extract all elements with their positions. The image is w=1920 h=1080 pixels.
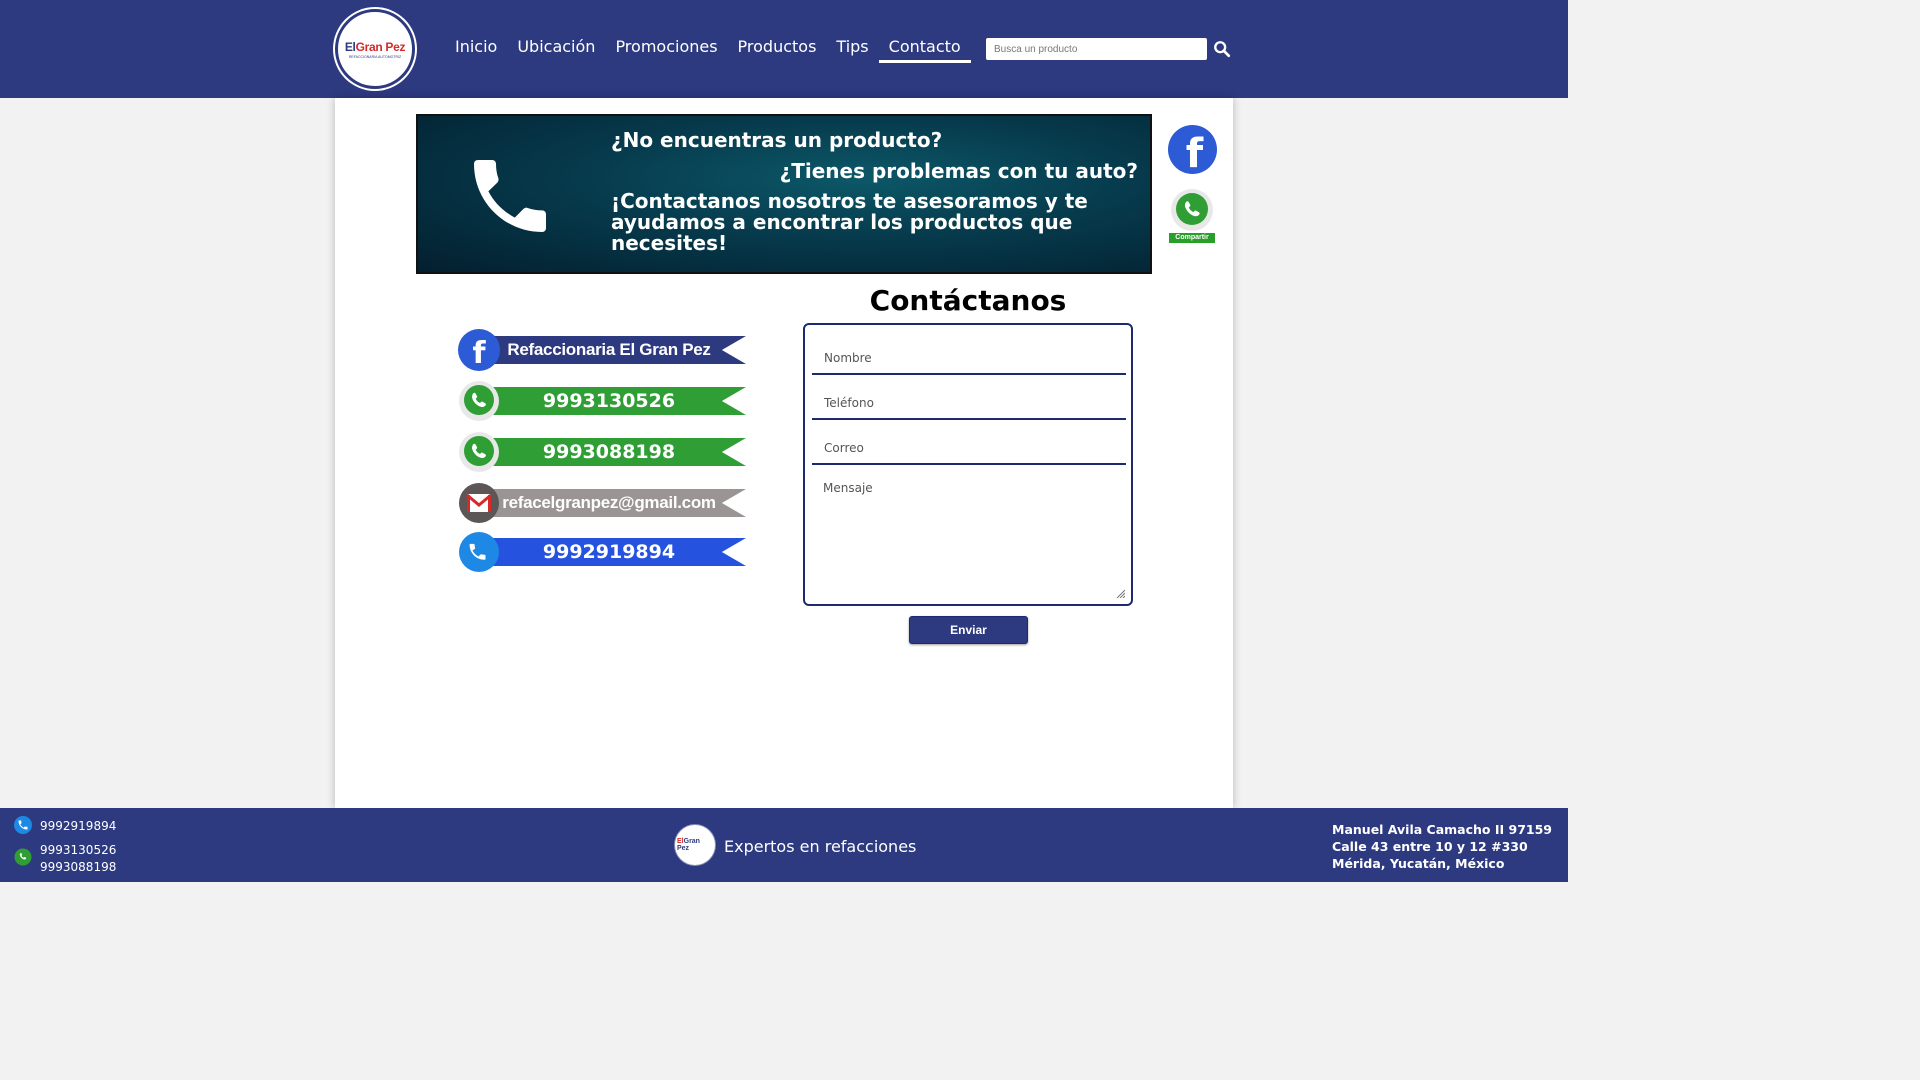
- phone-icon: [459, 532, 499, 572]
- whatsapp-icon: [14, 848, 32, 866]
- message-field[interactable]: [812, 471, 1126, 599]
- nav-contacto[interactable]: Contacto: [878, 37, 971, 63]
- footer-whatsapp-1[interactable]: 9993130526: [40, 843, 116, 857]
- resize-handle-icon[interactable]: [1115, 588, 1125, 598]
- contact-facebook[interactable]: f Refaccionaria El Gran Pez: [458, 329, 748, 371]
- brand-logo[interactable]: ElGran Pez REFACCIONARIA AUTOMOTRIZ: [335, 9, 415, 89]
- nav-promociones[interactable]: Promociones: [605, 37, 727, 63]
- whatsapp-icon: [459, 432, 499, 472]
- search-icon[interactable]: [1213, 40, 1231, 58]
- nav-ubicacion[interactable]: Ubicación: [507, 37, 605, 63]
- contact-banner: ¿No encuentras un producto? ¿Tienes prob…: [416, 114, 1152, 274]
- banner-line-3: ¡Contactanos nosotros te asesoramos y te…: [611, 189, 1088, 255]
- nav-inicio[interactable]: Inicio: [445, 37, 507, 63]
- nav-productos[interactable]: Productos: [728, 37, 827, 63]
- contact-label: 9993130526: [542, 390, 676, 412]
- footer-address: Manuel Avila Camacho II 97159 Calle 43 e…: [1332, 821, 1552, 872]
- logo-text: ElGran Pez: [344, 39, 406, 54]
- facebook-float-button[interactable]: f: [1168, 125, 1217, 174]
- contact-label: 9992919894: [542, 541, 676, 563]
- phone-icon: [474, 160, 546, 232]
- contact-label: refacelgranpez@gmail.com: [502, 493, 716, 512]
- nav-tips[interactable]: Tips: [826, 37, 878, 63]
- footer-whatsapp-2[interactable]: 9993088198: [40, 860, 116, 874]
- whatsapp-icon: [459, 381, 499, 421]
- phone-field[interactable]: [812, 376, 1126, 420]
- main-nav: Inicio Ubicación Promociones Productos T…: [445, 37, 971, 63]
- footer-slogan: Expertos en refacciones: [724, 837, 917, 856]
- address-line-1: Manuel Avila Camacho II 97159: [1332, 822, 1552, 837]
- site-header: ElGran Pez REFACCIONARIA AUTOMOTRIZ Inic…: [0, 0, 1568, 98]
- contact-label: Refaccionaria El Gran Pez: [507, 340, 711, 359]
- contact-whatsapp-1[interactable]: 9993130526: [458, 380, 748, 422]
- phone-icon: [14, 816, 32, 834]
- site-footer: 9992919894 9993130526 9993088198 ElGran …: [0, 808, 1568, 882]
- contact-label: 9993088198: [542, 441, 676, 463]
- email-field[interactable]: [812, 421, 1126, 465]
- whatsapp-icon[interactable]: [1170, 188, 1214, 232]
- search-input[interactable]: [986, 38, 1207, 60]
- contact-email[interactable]: refacelgranpez@gmail.com: [458, 482, 748, 524]
- banner-line-2: ¿Tienes problemas con tu auto?: [779, 159, 1138, 183]
- contact-whatsapp-2[interactable]: 9993088198: [458, 431, 748, 473]
- name-field[interactable]: [812, 331, 1126, 375]
- address-line-3: Mérida, Yucatán, México: [1332, 856, 1505, 871]
- footer-phone[interactable]: 9992919894: [40, 819, 116, 833]
- gmail-icon: [459, 483, 499, 523]
- facebook-icon: f: [1185, 130, 1204, 175]
- form-title: Contáctanos: [869, 284, 1067, 317]
- whatsapp-share-label[interactable]: Compartir: [1169, 233, 1215, 243]
- send-button[interactable]: Enviar: [909, 616, 1028, 644]
- footer-logo: ElGran Pez: [675, 825, 715, 865]
- contact-phone[interactable]: 9992919894: [458, 531, 748, 573]
- logo-subtitle: REFACCIONARIA AUTOMOTRIZ: [348, 54, 402, 59]
- facebook-icon: f: [458, 329, 500, 371]
- address-line-2: Calle 43 entre 10 y 12 #330: [1332, 839, 1528, 854]
- contact-form: [803, 323, 1133, 606]
- banner-line-1: ¿No encuentras un producto?: [611, 128, 943, 152]
